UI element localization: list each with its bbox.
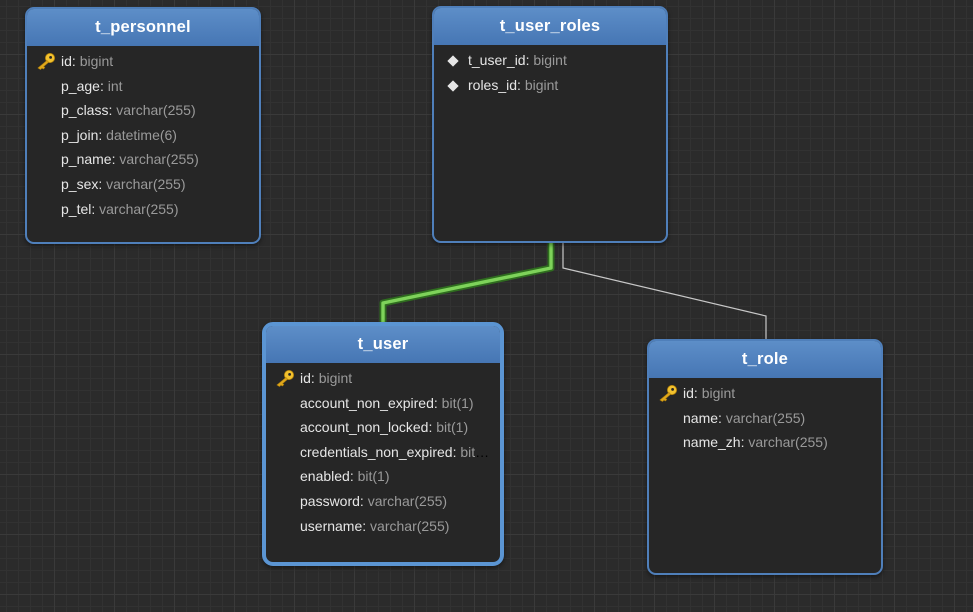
field-row[interactable]: roles_id: bigint xyxy=(434,73,666,98)
field-separator: : xyxy=(98,126,107,143)
field-list: id: bigint account_non_expired: bit(1) acc… xyxy=(266,363,500,538)
field-type: varchar(255) xyxy=(725,409,806,426)
field-name: p_class xyxy=(61,102,109,119)
field-type: bigint xyxy=(524,76,559,93)
field-type: varchar(255) xyxy=(116,102,196,119)
field-separator: : xyxy=(349,468,358,485)
diamond-icon xyxy=(447,79,459,92)
field-name: id xyxy=(61,53,72,69)
field-row[interactable]: p_sex: varchar(255) xyxy=(27,172,259,197)
field-name: credentials_non_expired xyxy=(300,443,453,460)
field-row[interactable]: p_join: datetime(6) xyxy=(27,123,259,148)
field-type: bit(1) xyxy=(460,443,493,460)
field-list: t_user_id: bigint roles_id: bigint xyxy=(434,45,666,97)
key-icon xyxy=(274,369,296,387)
relation-t_user_roles-t_role[interactable] xyxy=(562,243,767,339)
field-type: bigint xyxy=(79,53,114,69)
field-type: datetime(6) xyxy=(106,126,177,143)
field-row[interactable]: id: bigint xyxy=(27,49,259,74)
field-separator: : xyxy=(433,394,442,411)
field-row[interactable]: password: varchar(255) xyxy=(266,489,500,514)
field-type: bigint xyxy=(701,385,736,401)
field-separator: : xyxy=(98,175,107,192)
key-icon xyxy=(35,52,57,70)
entity-t_role[interactable]: t_role id: bigint name: varchar(255) name_… xyxy=(647,339,883,575)
field-separator: : xyxy=(91,200,100,217)
field-type: int xyxy=(107,77,123,94)
field-row[interactable]: account_non_expired: bit(1) xyxy=(266,391,500,416)
field-name: username xyxy=(300,517,363,534)
field-name: id xyxy=(300,370,311,386)
field-row[interactable]: enabled: bit(1) xyxy=(266,464,500,489)
entity-title: t_user_roles xyxy=(434,8,666,45)
field-row[interactable]: account_non_locked: bit(1) xyxy=(266,415,500,440)
field-name: t_user_id xyxy=(468,52,526,68)
field-separator: : xyxy=(718,409,726,426)
field-type: varchar(255) xyxy=(370,517,450,534)
relation-t_user_roles-t_user[interactable] xyxy=(379,243,555,322)
entity-title: t_personnel xyxy=(27,9,259,46)
field-type: varchar(255) xyxy=(119,151,199,168)
entity-title: t_user xyxy=(266,326,500,363)
key-icon xyxy=(657,384,679,402)
field-separator: : xyxy=(310,370,319,386)
field-row[interactable]: p_age: int xyxy=(27,74,259,99)
field-row[interactable]: id: bigint xyxy=(266,366,500,391)
field-name: name_zh xyxy=(683,434,741,451)
field-separator: : xyxy=(359,492,368,509)
field-name: enabled xyxy=(300,468,350,485)
entity-t_user_roles[interactable]: t_user_roles t_user_id: bigint roles_id: … xyxy=(432,6,668,243)
field-name: p_sex xyxy=(61,175,99,192)
field-name: id xyxy=(683,385,694,401)
field-type: bigint xyxy=(318,370,353,386)
field-name: p_age xyxy=(61,77,100,94)
field-type: varchar(255) xyxy=(99,200,179,217)
field-name: p_tel xyxy=(61,200,92,217)
field-type: bit(1) xyxy=(436,419,469,436)
field-name: account_non_locked xyxy=(300,419,429,436)
field-type: varchar(255) xyxy=(748,434,828,451)
field-type: varchar(255) xyxy=(367,492,448,509)
diamond-icon xyxy=(447,55,459,67)
field-list: id: bigint name: varchar(255) name_zh: var… xyxy=(649,378,881,455)
field-type: bit(1) xyxy=(441,394,474,411)
field-name: account_non_expired xyxy=(300,394,434,411)
field-type: bigint xyxy=(533,52,567,68)
field-row[interactable]: name_zh: varchar(255) xyxy=(649,430,881,455)
entity-title: t_role xyxy=(649,341,881,378)
field-row[interactable]: username: varchar(255) xyxy=(266,514,500,539)
field-separator: : xyxy=(362,517,371,534)
field-name: roles_id xyxy=(468,76,518,93)
field-type: varchar(255) xyxy=(106,175,186,192)
entity-t_user[interactable]: t_user id: bigint account_non_expired: bi… xyxy=(262,322,504,566)
field-row[interactable]: name: varchar(255) xyxy=(649,406,881,431)
field-name: p_join xyxy=(61,126,99,143)
field-list: id: bigint p_age: int p_class: varchar(255… xyxy=(27,46,259,221)
field-row[interactable]: p_name: varchar(255) xyxy=(27,147,259,172)
field-separator: : xyxy=(99,77,108,94)
field-row[interactable]: credentials_non_expired: bit(1) xyxy=(266,440,500,465)
field-name: name xyxy=(683,409,719,426)
entity-t_personnel[interactable]: t_personnel id: bigint p_age: int p_class:… xyxy=(25,7,261,244)
field-separator: : xyxy=(693,385,702,401)
field-type: bit(1) xyxy=(357,468,390,485)
field-separator: : xyxy=(517,76,525,93)
field-row[interactable]: t_user_id: bigint xyxy=(434,48,666,73)
field-row[interactable]: p_tel: varchar(255) xyxy=(27,197,259,222)
field-separator: : xyxy=(71,53,80,69)
field-name: p_name xyxy=(61,151,112,168)
field-row[interactable]: p_class: varchar(255) xyxy=(27,98,259,123)
field-row[interactable]: id: bigint xyxy=(649,381,881,406)
field-name: password xyxy=(300,492,360,509)
